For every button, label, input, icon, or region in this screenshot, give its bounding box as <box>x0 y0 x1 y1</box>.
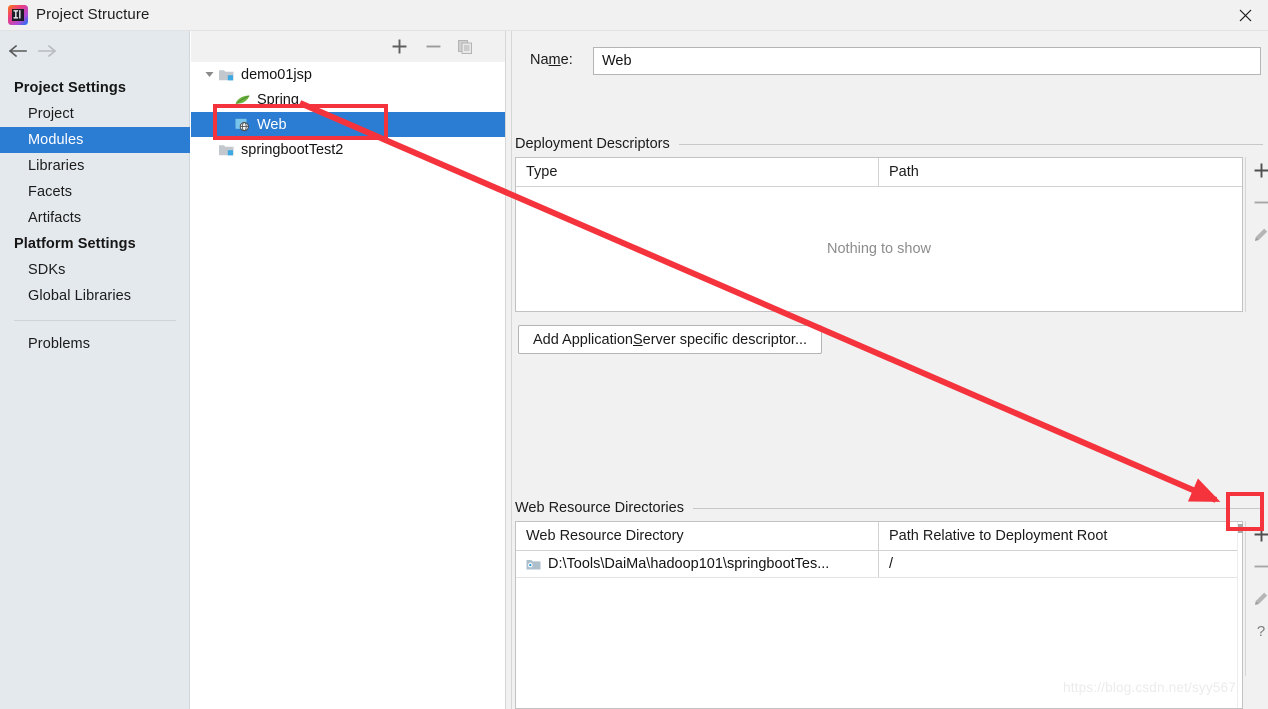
remove-descriptor-button[interactable] <box>1246 189 1268 221</box>
section-label: Deployment Descriptors <box>515 136 670 152</box>
sidebar-item-modules[interactable]: Modules <box>0 127 190 153</box>
module-name-input[interactable] <box>593 47 1261 75</box>
name-label: Name: <box>530 52 573 68</box>
arrow-left-icon[interactable] <box>0 36 34 66</box>
cell-relative-path: / <box>889 556 894 572</box>
module-tree[interactable]: demo01jsp Spring Web springbootTest2 <box>191 62 505 709</box>
close-icon[interactable] <box>1222 0 1268 31</box>
deployment-descriptors-table[interactable]: Type Path Nothing to show <box>515 157 1243 312</box>
web-globe-icon <box>233 116 251 134</box>
settings-nav-list: Project Settings Project Modules Librari… <box>0 75 190 357</box>
sidebar-item-libraries[interactable]: Libraries <box>0 153 190 179</box>
add-application-server-descriptor-button[interactable]: Add Application Server specific descript… <box>518 325 823 354</box>
tree-node-demo01jsp[interactable]: demo01jsp <box>191 62 505 87</box>
deployment-descriptors-section-title: Deployment Descriptors <box>515 136 1263 152</box>
edit-descriptor-button[interactable] <box>1246 221 1268 253</box>
minus-icon <box>1254 195 1268 215</box>
chevron-down-icon[interactable] <box>201 62 217 87</box>
cell-text: D:\Tools\DaiMa\hadoop101\springbootTes..… <box>548 556 830 572</box>
section-rule <box>678 143 1263 145</box>
web-resource-directories-toolbar: ? <box>1245 521 1268 676</box>
sidebar-item-problems[interactable]: Problems <box>0 331 190 357</box>
cell-web-resource-directory: D:\Tools\DaiMa\hadoop101\springbootTes..… <box>516 556 878 572</box>
tree-node-spring[interactable]: Spring <box>191 87 505 112</box>
minus-icon[interactable] <box>417 31 449 62</box>
plus-icon <box>1254 163 1268 183</box>
arrow-right-icon[interactable] <box>30 36 64 66</box>
table-vertical-scrollbar[interactable] <box>1237 522 1243 708</box>
table-header-row: Web Resource Directory Path Relative to … <box>516 522 1242 551</box>
module-tree-toolbar <box>191 31 505 62</box>
watermark: https://blog.csdn.net/syy567 <box>1063 680 1236 695</box>
module-settings-panel: Name: Deployment Descriptors Type Path N… <box>512 31 1268 709</box>
section-rule <box>692 507 1263 509</box>
sidebar-item-artifacts[interactable]: Artifacts <box>0 205 190 231</box>
empty-state-message: Nothing to show <box>827 241 931 257</box>
table-row[interactable]: D:\Tools\DaiMa\hadoop101\springbootTes..… <box>516 551 1242 578</box>
copy-icon[interactable] <box>449 31 481 62</box>
spring-leaf-icon <box>233 91 251 109</box>
remove-web-resource-button[interactable] <box>1246 553 1268 585</box>
tree-node-web[interactable]: Web <box>191 112 505 137</box>
sidebar-group-platform-settings: Platform Settings <box>14 236 136 252</box>
help-button[interactable]: ? <box>1246 617 1268 649</box>
deployment-descriptors-toolbar <box>1245 157 1268 312</box>
web-resource-directories-section-title: Web Resource Directories <box>515 500 1263 516</box>
window-title: Project Structure <box>36 6 150 23</box>
sidebar-group-project-settings: Project Settings <box>14 80 126 96</box>
folder-resource-icon <box>526 558 541 571</box>
panel-splitter[interactable] <box>505 31 512 709</box>
section-label: Web Resource Directories <box>515 500 684 516</box>
intellij-idea-icon <box>8 5 28 25</box>
add-descriptor-button[interactable] <box>1246 157 1268 189</box>
sidebar-item-project[interactable]: Project <box>0 101 190 127</box>
tree-node-springboottest2[interactable]: springbootTest2 <box>191 137 505 162</box>
pencil-icon <box>1253 591 1268 612</box>
sidebar-item-sdks[interactable]: SDKs <box>0 257 190 283</box>
column-header-path: Path <box>889 164 919 180</box>
tree-node-label: springbootTest2 <box>241 141 344 158</box>
title-bar: Project Structure <box>0 0 1268 31</box>
minus-icon <box>1254 559 1268 579</box>
navigation-arrows <box>0 36 190 66</box>
column-header-type: Type <box>526 164 558 180</box>
name-row: Name: <box>520 47 1261 75</box>
edit-web-resource-button[interactable] <box>1246 585 1268 617</box>
module-folder-icon <box>217 66 235 84</box>
question-icon: ? <box>1253 622 1268 645</box>
module-folder-icon <box>217 141 235 159</box>
tree-node-label: Spring <box>257 91 299 108</box>
column-header-web-resource-directory: Web Resource Directory <box>526 528 684 544</box>
tree-node-label: demo01jsp <box>241 66 312 83</box>
module-tree-panel: demo01jsp Spring Web springbootTest2 <box>191 31 505 709</box>
tree-node-label: Web <box>257 116 287 133</box>
project-structure-dialog: Project Structure Project Settings Proje… <box>0 0 1268 709</box>
sidebar-item-global-libraries[interactable]: Global Libraries <box>0 283 190 309</box>
sidebar-item-facets[interactable]: Facets <box>0 179 190 205</box>
column-header-path-relative: Path Relative to Deployment Root <box>889 528 1108 544</box>
settings-sidebar: Project Settings Project Modules Librari… <box>0 31 190 709</box>
add-web-resource-button[interactable] <box>1246 521 1268 553</box>
sidebar-divider <box>14 320 176 321</box>
plus-icon[interactable] <box>383 31 415 62</box>
svg-text:?: ? <box>1257 623 1265 640</box>
plus-icon <box>1254 527 1268 547</box>
pencil-icon <box>1253 227 1268 248</box>
table-header-row: Type Path <box>516 158 1242 187</box>
